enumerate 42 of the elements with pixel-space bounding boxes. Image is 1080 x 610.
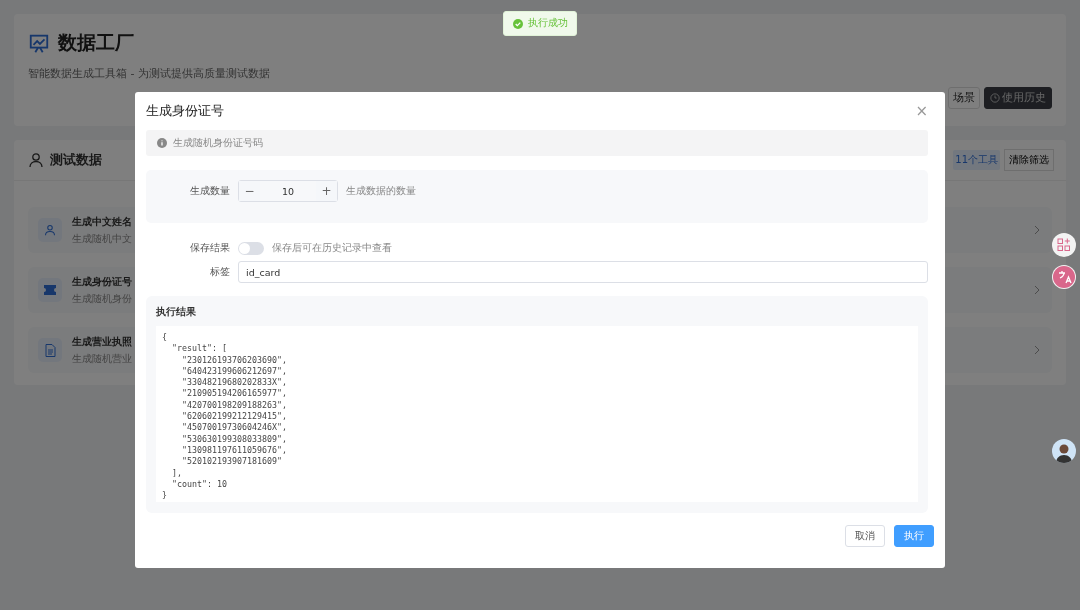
avatar[interactable] [1052,439,1076,463]
history-button[interactable]: 使用历史 [984,87,1052,109]
tool-count-tag: 11个工具 [953,150,1000,170]
document-icon [44,343,56,357]
toast-message: 执行成功 [527,17,568,30]
close-button[interactable]: × [915,102,928,120]
tool-name: 生成中文姓名 [72,214,132,229]
user-icon [44,224,56,236]
field-label: 生成数量 [189,184,230,198]
grid-plus-icon [1057,238,1071,252]
chart-board-icon [28,32,50,54]
tool-name: 生成营业执照 [72,334,132,349]
chevron-right-icon [1034,345,1040,355]
chevron-right-icon [1034,285,1040,295]
translate-button[interactable] [1052,265,1076,289]
clock-icon [990,93,1000,103]
chevron-right-icon [1034,225,1040,235]
field-label: 保存结果 [189,241,230,255]
app-subtitle: 智能数据生成工具箱 - 为测试提供高质量测试数据 [28,66,271,81]
save-toggle[interactable] [238,241,264,255]
field-label: 标签 [209,265,230,279]
dialog-title: 生成身份证号 [146,102,225,120]
check-circle-icon [512,18,523,29]
scene-button[interactable]: 场景 [948,87,980,109]
info-text: 生成随机身份证号码 [173,136,263,150]
result-json: { "result": [ "230126193706203690", "640423199606212697", "33048219680202833X", "210905194206165977", "420700198209188263", "620602199212129415", "45070019730604246X", "530630199308033809", "130981197611059676", "520102193907181609" ], "count": 10 } [156,326,918,502]
user-icon [28,152,44,168]
cancel-button[interactable]: 取消 [845,525,885,547]
field-hint: 保存后可在历史记录中查看 [272,241,392,255]
apps-add-button[interactable] [1052,233,1076,257]
info-icon [157,138,167,148]
clear-filter-button[interactable]: 清除筛选 [1004,149,1054,171]
field-hint: 生成数据的数量 [346,184,416,198]
run-button[interactable]: 执行 [894,525,934,547]
app-title: 数据工厂 [58,30,134,55]
section-title: 测试数据 [50,151,102,169]
count-value: 10 [280,184,296,199]
count-stepper[interactable]: − 10 + [238,180,338,202]
tool-name: 生成身份证号 [72,274,132,289]
ticket-icon [44,285,56,295]
tag-input[interactable]: id_card [238,261,928,283]
result-title: 执行结果 [156,306,197,319]
